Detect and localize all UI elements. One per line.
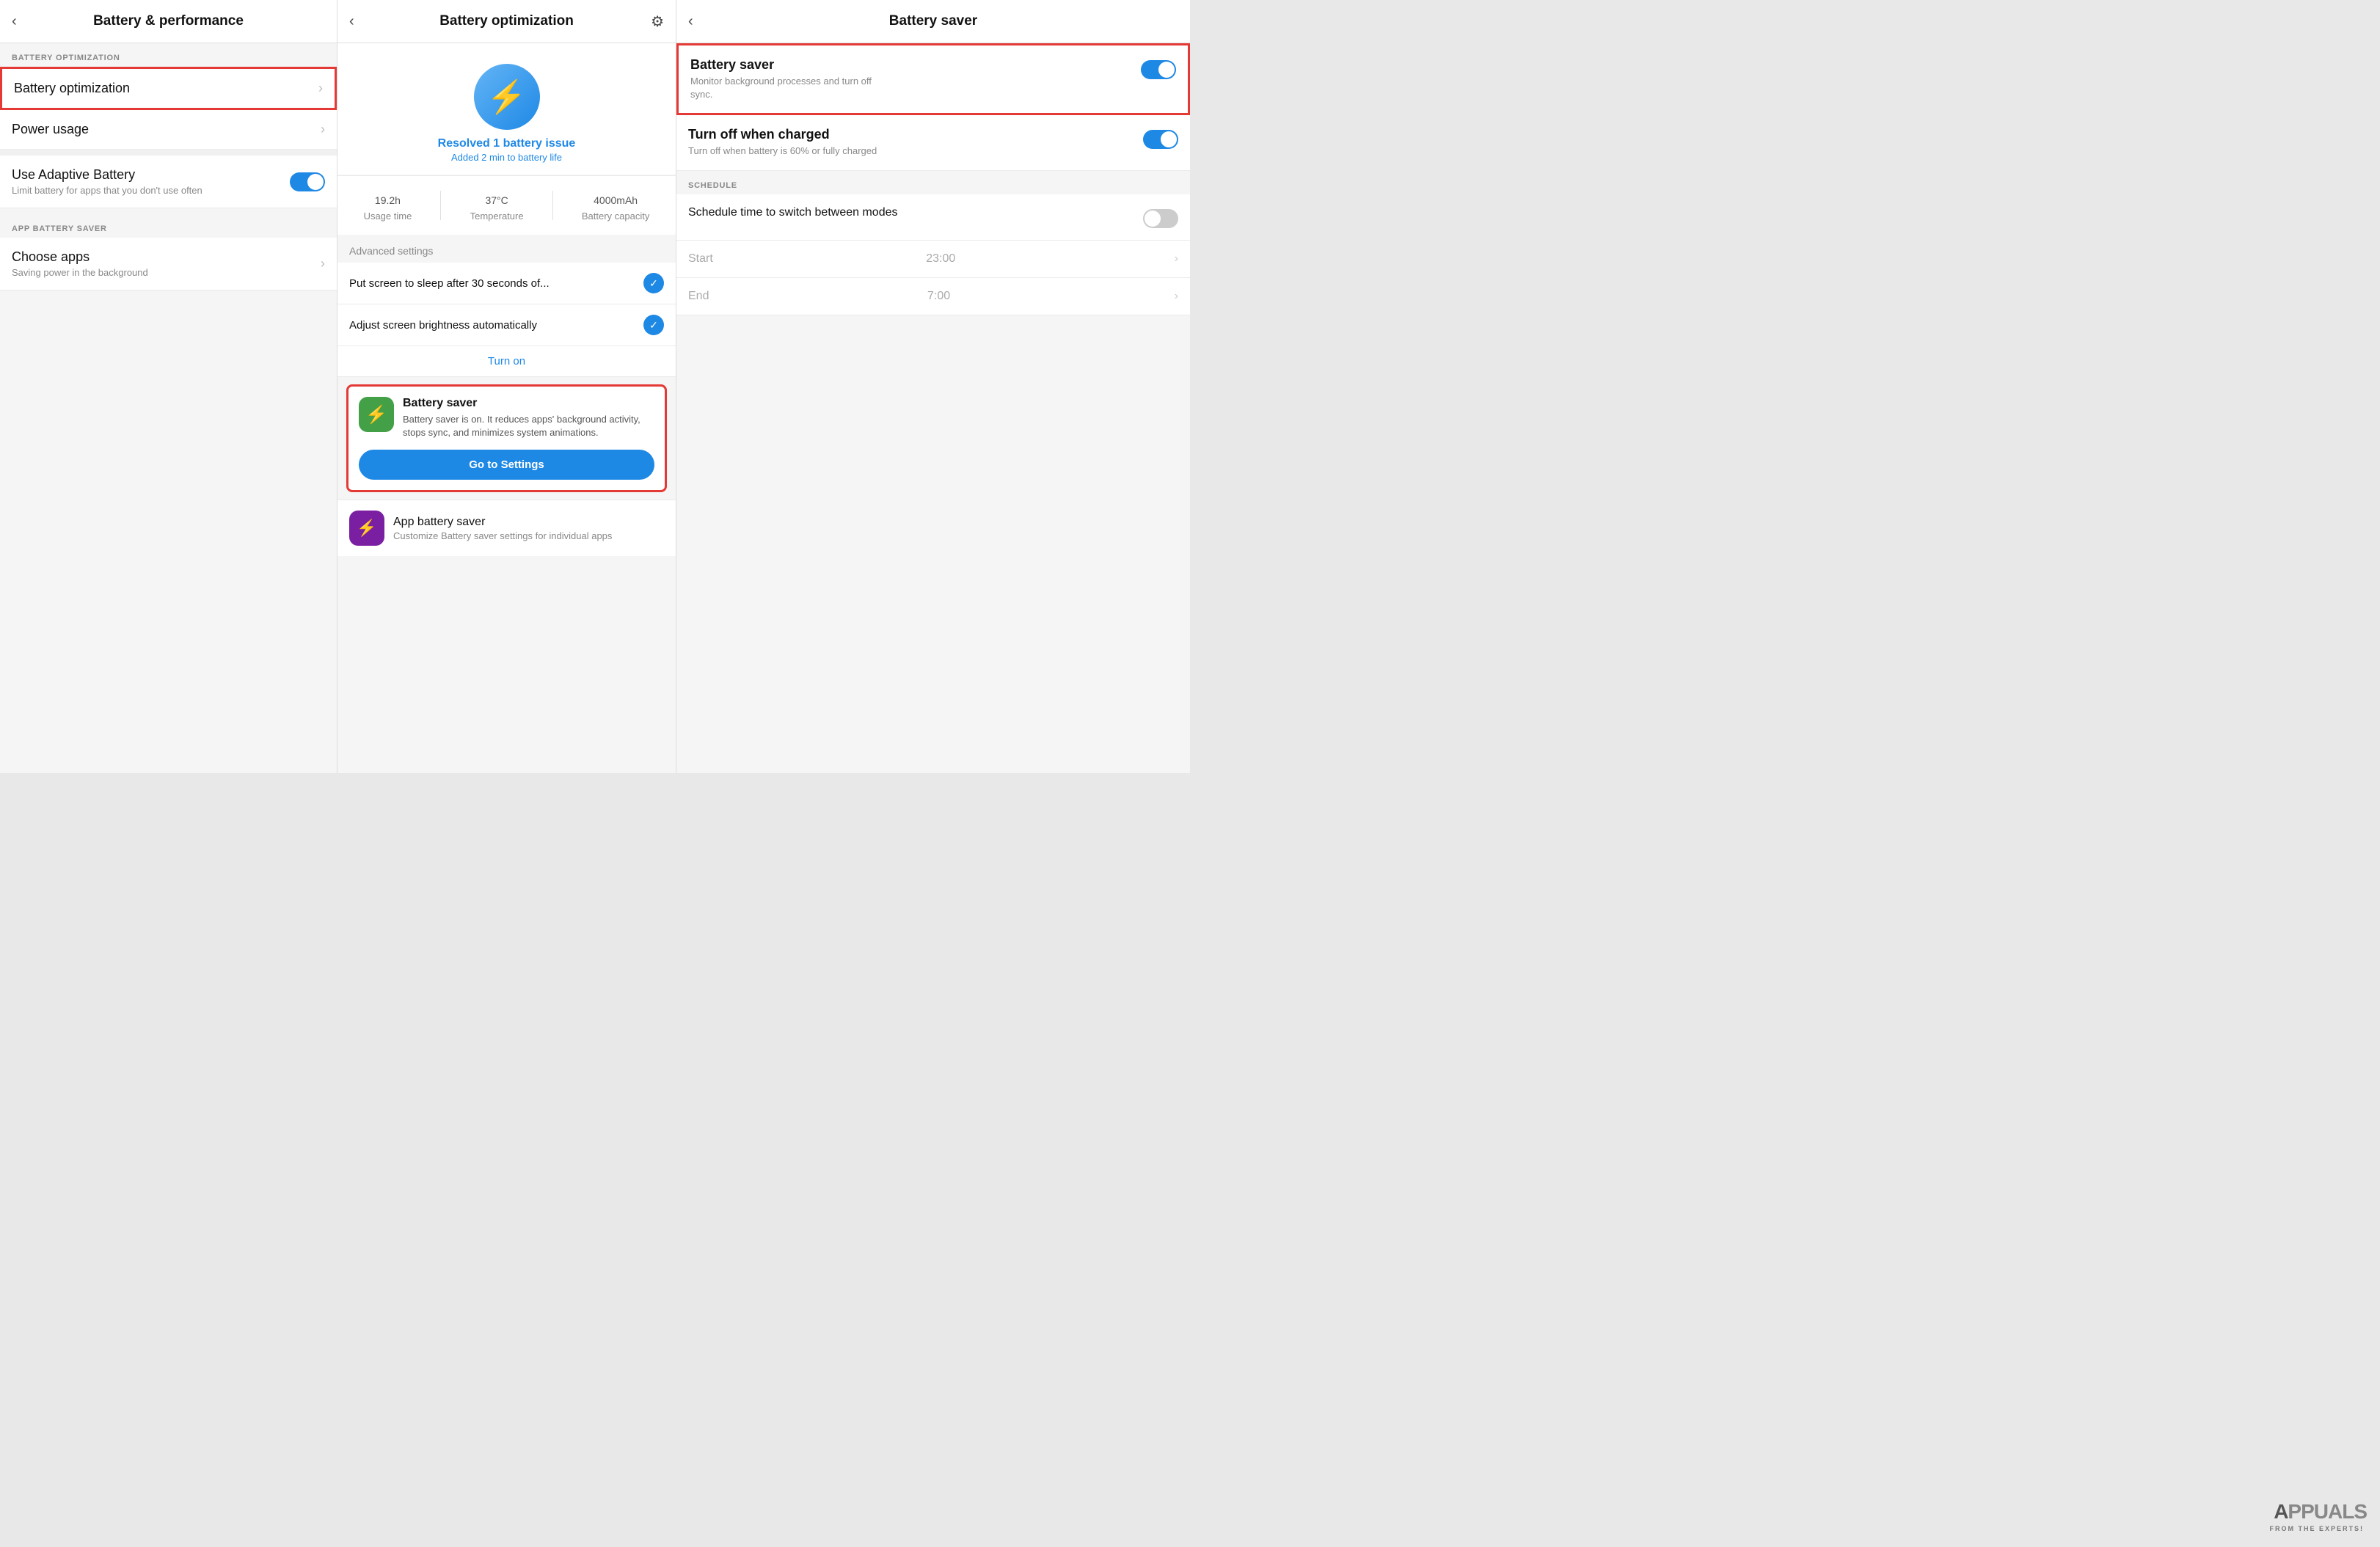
usage-time-unit: h (395, 194, 401, 206)
mid-panel-title: Battery optimization (439, 13, 574, 29)
left-panel-title: Battery & performance (93, 13, 244, 29)
battery-saver-card-description: Battery saver is on. It reduces apps' ba… (403, 413, 654, 439)
right-back-icon[interactable]: ‹ (688, 13, 693, 30)
power-usage-title: Power usage (12, 122, 89, 137)
battery-optimization-item[interactable]: Battery optimization › (0, 67, 337, 110)
turn-off-charged-subtitle: Turn off when battery is 60% or fully ch… (688, 145, 879, 158)
stats-row: 19.2h Usage time 37°C Temperature 4000mA… (337, 175, 676, 235)
screen-sleep-check: ✓ (643, 273, 664, 293)
right-panel-header: ‹ Battery saver (676, 0, 1190, 43)
app-battery-saver-subtitle: Customize Battery saver settings for ind… (393, 530, 612, 541)
schedule-end-label: End (688, 290, 709, 303)
app-battery-saver-section-label: APP BATTERY SAVER (0, 214, 337, 238)
adaptive-battery-subtitle: Limit battery for apps that you don't us… (12, 185, 281, 196)
adaptive-battery-toggle[interactable] (290, 172, 325, 191)
battery-saver-right-subtitle: Monitor background processes and turn of… (690, 75, 881, 101)
panel-right: ‹ Battery saver Battery saver Monitor ba… (676, 0, 1190, 773)
battery-capacity-unit: mAh (616, 194, 638, 206)
schedule-modes-title: Schedule time to switch between modes (688, 206, 1134, 219)
battery-circle: ⚡ (474, 64, 540, 130)
bolt-icon: ⚡ (486, 78, 527, 116)
power-usage-item[interactable]: Power usage › (0, 110, 337, 150)
gear-icon[interactable]: ⚙ (651, 12, 664, 31)
turn-off-charged-toggle[interactable] (1143, 130, 1178, 149)
panel-mid: ‹ Battery optimization ⚙ ⚡ Resolved 1 ba… (337, 0, 676, 773)
left-panel-header: ‹ Battery & performance (0, 0, 337, 43)
screen-sleep-text: Put screen to sleep after 30 seconds of.… (349, 277, 643, 290)
schedule-start-chevron: › (1175, 252, 1178, 266)
battery-saver-card-icon: ⚡ (359, 397, 394, 432)
schedule-start-row[interactable]: Start 23:00 › (676, 241, 1190, 278)
panel-left: ‹ Battery & performance BATTERY OPTIMIZA… (0, 0, 337, 773)
temperature-unit: °C (497, 194, 508, 206)
battery-saver-card: ⚡ Battery saver Battery saver is on. It … (346, 384, 667, 492)
screen-brightness-item[interactable]: Adjust screen brightness automatically ✓ (337, 304, 676, 346)
screen-brightness-text: Adjust screen brightness automatically (349, 319, 643, 332)
battery-optimization-chevron: › (318, 81, 323, 96)
stat-divider-1 (440, 191, 441, 220)
go-to-settings-button[interactable]: Go to Settings (359, 450, 654, 480)
battery-optimization-title: Battery optimization (14, 81, 130, 96)
screen-brightness-check: ✓ (643, 315, 664, 335)
added-text: Added 2 min to battery life (451, 152, 562, 163)
schedule-end-value: 7:00 (927, 290, 950, 303)
adaptive-battery-title: Use Adaptive Battery (12, 167, 281, 183)
screen-sleep-item[interactable]: Put screen to sleep after 30 seconds of.… (337, 263, 676, 304)
temperature-value: 37 (485, 194, 497, 206)
left-back-icon[interactable]: ‹ (12, 13, 17, 30)
battery-icon-wrapper: ⚡ Resolved 1 battery issue Added 2 min t… (337, 43, 676, 175)
turn-on-button[interactable]: Turn on (337, 346, 676, 377)
right-panel-title: Battery saver (889, 13, 977, 29)
usage-time-value: 19.2 (375, 194, 395, 206)
stat-divider-2 (552, 191, 553, 220)
turn-off-charged-title: Turn off when charged (688, 127, 1134, 142)
schedule-end-chevron: › (1175, 290, 1178, 303)
app-battery-saver-title: App battery saver (393, 516, 612, 529)
mid-panel-header: ‹ Battery optimization ⚙ (337, 0, 676, 43)
schedule-section-label: SCHEDULE (676, 171, 1190, 194)
choose-apps-subtitle: Saving power in the background (12, 267, 148, 278)
schedule-modes-toggle[interactable] (1143, 209, 1178, 228)
mid-back-icon[interactable]: ‹ (349, 13, 354, 30)
schedule-modes-item[interactable]: Schedule time to switch between modes (676, 194, 1190, 241)
temperature-label: Temperature (470, 211, 524, 222)
battery-saver-card-title: Battery saver (403, 397, 654, 410)
advanced-settings-label: Advanced settings (337, 235, 676, 263)
choose-apps-item[interactable]: Choose apps Saving power in the backgrou… (0, 238, 337, 290)
adaptive-battery-item[interactable]: Use Adaptive Battery Limit battery for a… (0, 150, 337, 208)
choose-apps-title: Choose apps (12, 249, 148, 265)
battery-saver-right-toggle[interactable] (1141, 60, 1176, 79)
battery-optimization-section-label: BATTERY OPTIMIZATION (0, 43, 337, 67)
resolved-text: Resolved 1 battery issue (438, 137, 576, 150)
battery-capacity-label: Battery capacity (582, 211, 650, 222)
schedule-end-row[interactable]: End 7:00 › (676, 278, 1190, 315)
turn-off-charged-item[interactable]: Turn off when charged Turn off when batt… (676, 115, 1190, 170)
battery-capacity-stat: 4000mAh Battery capacity (582, 189, 650, 222)
power-usage-chevron: › (321, 122, 325, 137)
battery-capacity-value: 4000 (594, 194, 616, 206)
app-battery-saver-item[interactable]: ⚡ App battery saver Customize Battery sa… (337, 500, 676, 556)
schedule-start-label: Start (688, 252, 713, 266)
battery-saver-right-title: Battery saver (690, 57, 1132, 73)
schedule-start-value: 23:00 (926, 252, 955, 266)
usage-time-label: Usage time (364, 211, 412, 222)
app-battery-saver-icon: ⚡ (349, 511, 384, 546)
temperature-stat: 37°C Temperature (470, 189, 524, 222)
battery-saver-right-item[interactable]: Battery saver Monitor background process… (676, 43, 1190, 115)
usage-time-stat: 19.2h Usage time (364, 189, 412, 222)
choose-apps-chevron: › (321, 256, 325, 271)
